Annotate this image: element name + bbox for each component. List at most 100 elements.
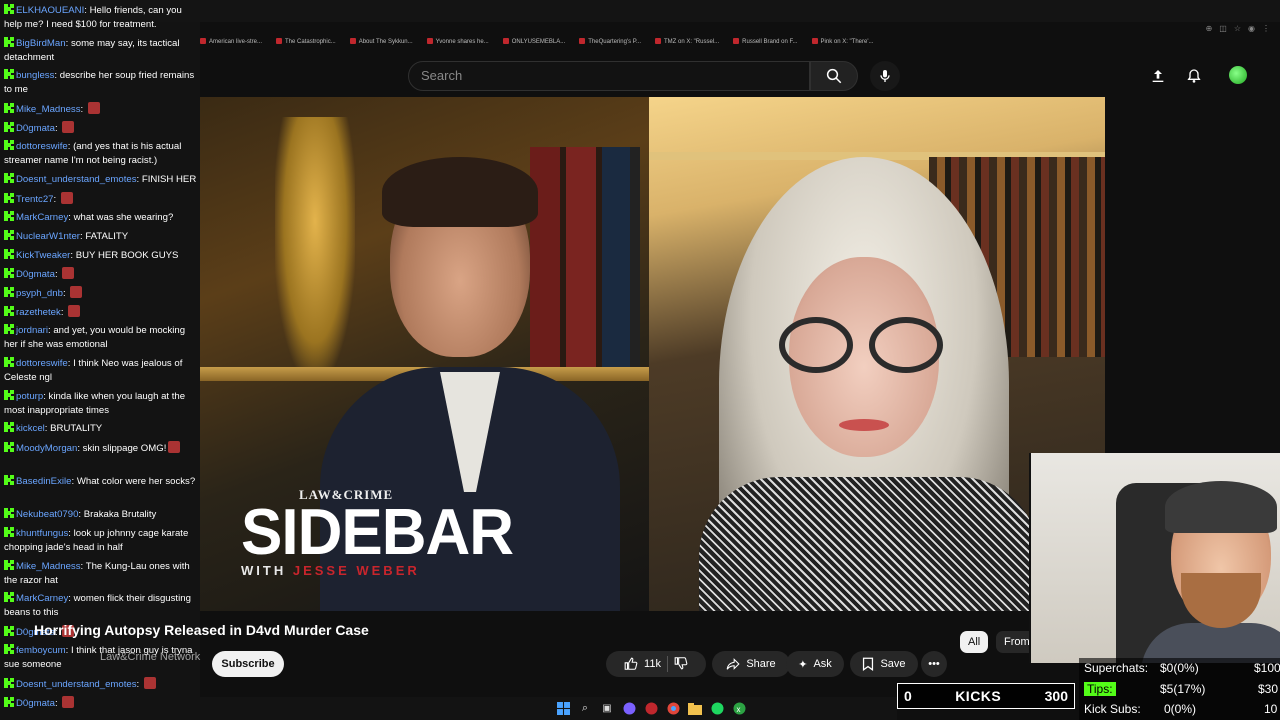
- chat-message: khuntfungus: look up johnny cage karate …: [4, 527, 200, 555]
- chip-all[interactable]: All: [960, 631, 989, 653]
- chat-message: KickTweaker: BUY HER BOOK GUYS: [4, 249, 200, 263]
- tips-goal: $30: [1258, 682, 1279, 696]
- chat-username[interactable]: poturp: [16, 391, 43, 402]
- chat-username[interactable]: Mike_Madness: [16, 561, 81, 572]
- like-button[interactable]: 11k: [624, 657, 661, 671]
- kick-badge-icon: [4, 140, 14, 150]
- share-button[interactable]: Share: [712, 651, 790, 677]
- task-view-icon[interactable]: ▣: [600, 702, 614, 716]
- chat-text: Brakaka Brutality: [83, 509, 157, 520]
- chat-message: dottoreswife: I think Neo was jealous of…: [4, 357, 200, 385]
- kick-badge-icon: [4, 508, 14, 518]
- chrome-icon[interactable]: [666, 702, 680, 716]
- dislike-button[interactable]: [674, 656, 688, 673]
- chat-username[interactable]: Mike_Madness: [16, 104, 81, 115]
- emote-icon: [62, 121, 75, 133]
- chat-username[interactable]: BasedinExile: [16, 476, 71, 487]
- chat-username[interactable]: dottoreswife: [16, 358, 68, 369]
- bookmarks-bar[interactable]: American live-stre... The Catastrophic...…: [200, 38, 873, 52]
- bookmark-item[interactable]: Yvonne shares he...: [427, 38, 489, 52]
- kick-badge-icon: [4, 287, 14, 297]
- save-button[interactable]: Save: [850, 651, 918, 677]
- folder-icon[interactable]: [688, 702, 702, 716]
- chat-username[interactable]: MarkCarney: [16, 212, 68, 223]
- spotify-icon[interactable]: [710, 702, 724, 716]
- channel-name[interactable]: Law&Crime Network: [100, 651, 200, 663]
- chat-text: What color were her socks?: [76, 476, 196, 487]
- chat-username[interactable]: khuntfungus: [16, 528, 68, 539]
- search-input[interactable]: Search: [408, 61, 810, 91]
- chat-message: kickcel: BRUTALITY: [4, 422, 200, 436]
- menu-icon[interactable]: ⋮: [1262, 24, 1270, 33]
- bookmark-item[interactable]: TheQuartering's P...: [579, 38, 641, 52]
- chat-username[interactable]: psyph_dnb: [16, 288, 63, 299]
- chat-username[interactable]: Doesnt_understand_emotes: [16, 174, 137, 185]
- bookmark-item[interactable]: TMZ on X: "Russel...: [655, 38, 719, 52]
- kick-badge-icon: [4, 4, 14, 14]
- chat-separator: :: [62, 288, 69, 299]
- microphone-icon: [880, 70, 890, 82]
- obs-icon[interactable]: [644, 702, 658, 716]
- bookmark-item[interactable]: Russell Brand on F...: [733, 38, 797, 52]
- browser-extension-icons[interactable]: ⊕ ◫ ☆ ◉ ⋮: [1206, 24, 1270, 33]
- zoom-icon[interactable]: ⊕: [1206, 24, 1213, 33]
- chat-separator: :: [54, 698, 61, 709]
- subscribe-button[interactable]: Subscribe: [212, 651, 284, 677]
- chat-username[interactable]: D0gmata: [16, 123, 55, 134]
- xbox-icon[interactable]: x: [732, 702, 746, 716]
- chat-message: Mike_Madness: The Kung-Lau ones with the…: [4, 560, 200, 588]
- chat-username[interactable]: jordnari: [16, 325, 48, 336]
- chat-message: NuclearW1nter: FATALITY: [4, 230, 200, 244]
- windows-taskbar: ⌕ ▣ x: [200, 697, 897, 720]
- search-taskbar-icon[interactable]: ⌕: [578, 702, 592, 716]
- chat-username[interactable]: NuclearW1nter: [16, 231, 80, 242]
- chat-username[interactable]: Nekubeat0790: [16, 509, 78, 520]
- chat-username[interactable]: MoodyMorgan: [16, 443, 77, 454]
- kicks-goal: 300: [1044, 688, 1068, 704]
- extension-icon[interactable]: ◫: [1219, 24, 1227, 33]
- chat-username[interactable]: BigBirdMan: [16, 38, 66, 49]
- bookmark-item[interactable]: About The Sykkun...: [350, 38, 413, 52]
- bookmark-item[interactable]: ONLYUSEMEBLA...: [503, 38, 566, 52]
- bookmark-icon: [863, 657, 874, 671]
- windows-start-icon[interactable]: [556, 702, 570, 716]
- search-icon: [826, 68, 842, 84]
- bookmark-item[interactable]: American live-stre...: [200, 38, 262, 52]
- notifications-button[interactable]: [1184, 66, 1204, 86]
- kick-badge-icon: [4, 592, 14, 602]
- chat-username[interactable]: D0gmata: [16, 698, 55, 709]
- show-logo: LAW&CRIME SIDEBAR WITH JESSE WEBER: [241, 487, 514, 578]
- chat-username[interactable]: dottoreswife: [16, 141, 68, 152]
- chat-username[interactable]: MarkCarney: [16, 593, 68, 604]
- bookmark-item[interactable]: The Catastrophic...: [276, 38, 336, 52]
- chat-username[interactable]: Trentc27: [16, 194, 54, 205]
- chat-username[interactable]: ELKHAOUEANI: [16, 5, 84, 16]
- kick-badge-icon: [4, 306, 14, 316]
- chat-message: psyph_dnb:: [4, 286, 200, 301]
- star-icon[interactable]: ☆: [1234, 24, 1241, 33]
- chat-message: BigBirdMan: some may say, its tactical d…: [4, 37, 200, 65]
- ask-button[interactable]: ✦ Ask: [786, 651, 844, 677]
- like-dislike-group[interactable]: 11k: [606, 651, 706, 677]
- account-avatar[interactable]: [1229, 66, 1247, 84]
- more-actions-button[interactable]: •••: [921, 651, 947, 677]
- search-button[interactable]: [810, 61, 858, 91]
- chat-username[interactable]: KickTweaker: [16, 250, 70, 261]
- kick-badge-icon: [4, 37, 14, 47]
- chat-username[interactable]: Doesnt_understand_emotes: [16, 679, 137, 690]
- chat-username[interactable]: femboycum: [16, 645, 66, 656]
- emote-icon: [143, 677, 156, 689]
- bookmark-item[interactable]: Pink on X: "There'...: [812, 38, 874, 52]
- create-button[interactable]: [1148, 66, 1168, 86]
- discord-icon[interactable]: [622, 702, 636, 716]
- profile-icon[interactable]: ◉: [1248, 24, 1255, 33]
- chat-username[interactable]: D0gmata: [16, 269, 55, 280]
- share-icon: [726, 658, 740, 670]
- video-player[interactable]: LAW&CRIME SIDEBAR WITH JESSE WEBER: [200, 97, 1105, 611]
- chat-username[interactable]: kickcel: [16, 423, 45, 434]
- chat-separator: :: [136, 679, 142, 690]
- chat-username[interactable]: razethetek: [16, 307, 61, 318]
- save-label: Save: [880, 658, 906, 670]
- voice-search-button[interactable]: [870, 61, 900, 91]
- chat-username[interactable]: bungless: [16, 70, 54, 81]
